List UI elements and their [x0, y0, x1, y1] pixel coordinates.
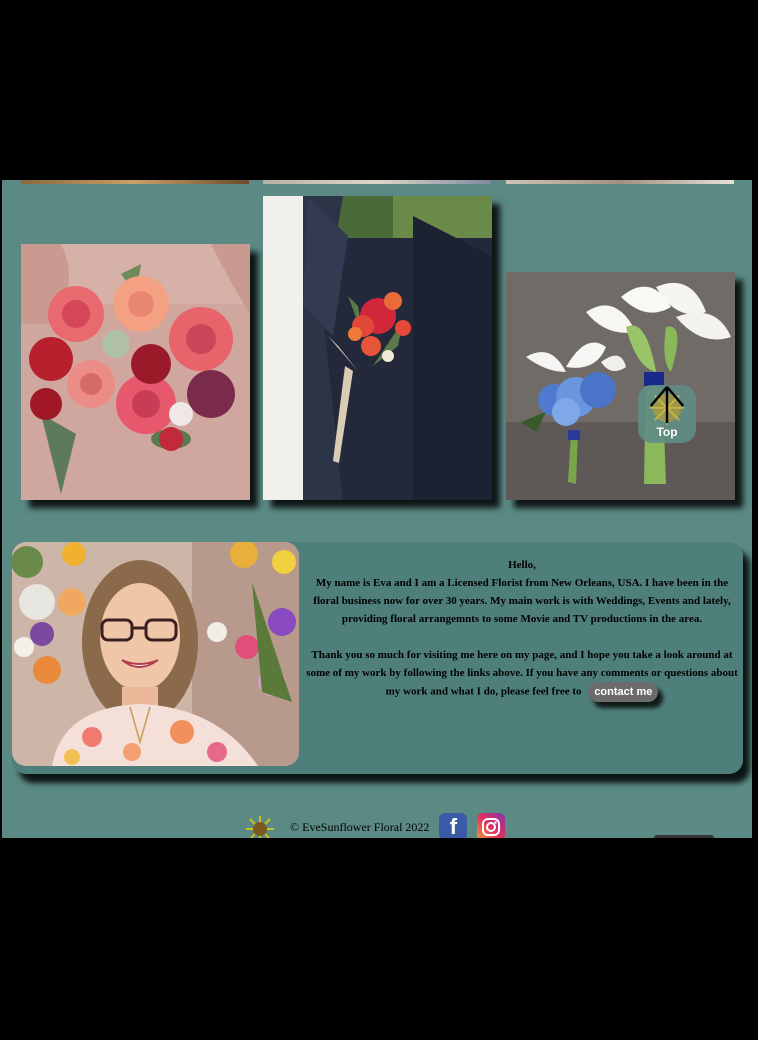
calla-lily-image [506, 272, 735, 500]
bio-greeting: Hello, [508, 559, 536, 571]
boutonniere-photo[interactable] [263, 196, 492, 500]
image-strip [506, 180, 734, 184]
bio-paragraph-1: My name is Eva and I am a Licensed Flori… [313, 577, 731, 625]
facebook-icon[interactable]: f [439, 813, 468, 838]
about-card: Hello, My name is Eva and I am a License… [12, 542, 743, 774]
footer: © EveSunflower Floral 2022 f [242, 812, 515, 838]
bio-paragraph-2: Thank you so much for visiting me here o… [302, 646, 742, 702]
sunflower-arrow-up-icon [649, 386, 685, 425]
back-to-top-label: Top [656, 425, 678, 439]
portrait-image [12, 542, 299, 766]
image-strip [21, 180, 249, 184]
facebook-glyph: f [449, 814, 458, 838]
back-to-top-button[interactable]: Top [638, 385, 696, 443]
boutonniere-image [263, 196, 492, 500]
bridal-bouquet-image [21, 244, 250, 500]
instagram-glyph [482, 818, 501, 836]
page-viewport: Hello, My name is Eva and I am a License… [2, 180, 752, 838]
image-strip [263, 180, 491, 184]
bridal-bouquet-photo[interactable] [21, 244, 250, 500]
bottom-tab[interactable] [654, 835, 714, 838]
calla-lily-bouquets-photo[interactable] [506, 272, 735, 500]
copyright-text: © EveSunflower Floral 2022 [290, 819, 430, 834]
contact-me-button[interactable]: contact me [588, 682, 659, 702]
sunflower-logo-icon [246, 816, 274, 838]
bio-paragraph-2-text: Thank you so much for visiting me here o… [306, 649, 738, 698]
bio-text: Hello, My name is Eva and I am a License… [302, 556, 742, 702]
florist-portrait [12, 542, 299, 766]
instagram-icon[interactable] [477, 813, 506, 838]
